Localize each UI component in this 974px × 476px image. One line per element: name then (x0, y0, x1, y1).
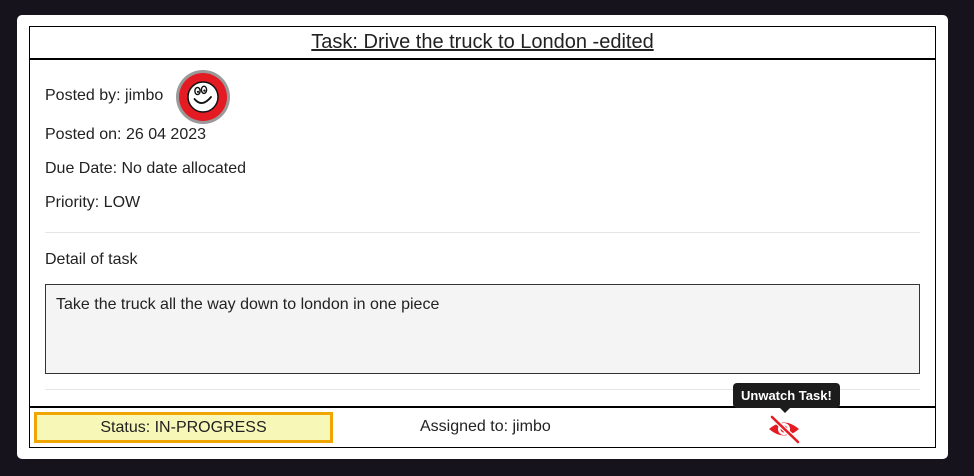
task-detail-text: Take the truck all the way down to londo… (45, 284, 920, 374)
smiley-face-icon (187, 81, 219, 113)
posted-by: Posted by: jimbo (45, 87, 164, 104)
unwatch-task-button[interactable] (766, 414, 802, 445)
status-badge: Status: IN-PROGRESS (34, 412, 333, 443)
eye-slash-icon (769, 414, 801, 445)
task-panel: Task: Drive the truck to London -edited … (29, 26, 936, 448)
divider-top (45, 232, 920, 233)
task-card: Task: Drive the truck to London -edited … (17, 15, 948, 459)
task-footer: Status: IN-PROGRESS Assigned to: jimbo U… (30, 383, 935, 449)
assigned-to: Assigned to: jimbo (420, 418, 551, 435)
task-title-bar: Task: Drive the truck to London -edited (30, 27, 935, 60)
posted-on: Posted on: 26 04 2023 (45, 126, 207, 143)
priority: Priority: LOW (45, 194, 141, 211)
task-title: Task: Drive the truck to London -edited (311, 31, 654, 53)
detail-label: Detail of task (45, 251, 138, 268)
due-date: Due Date: No date allocated (45, 160, 247, 177)
unwatch-tooltip: Unwatch Task! (733, 383, 840, 413)
avatar (176, 70, 230, 124)
